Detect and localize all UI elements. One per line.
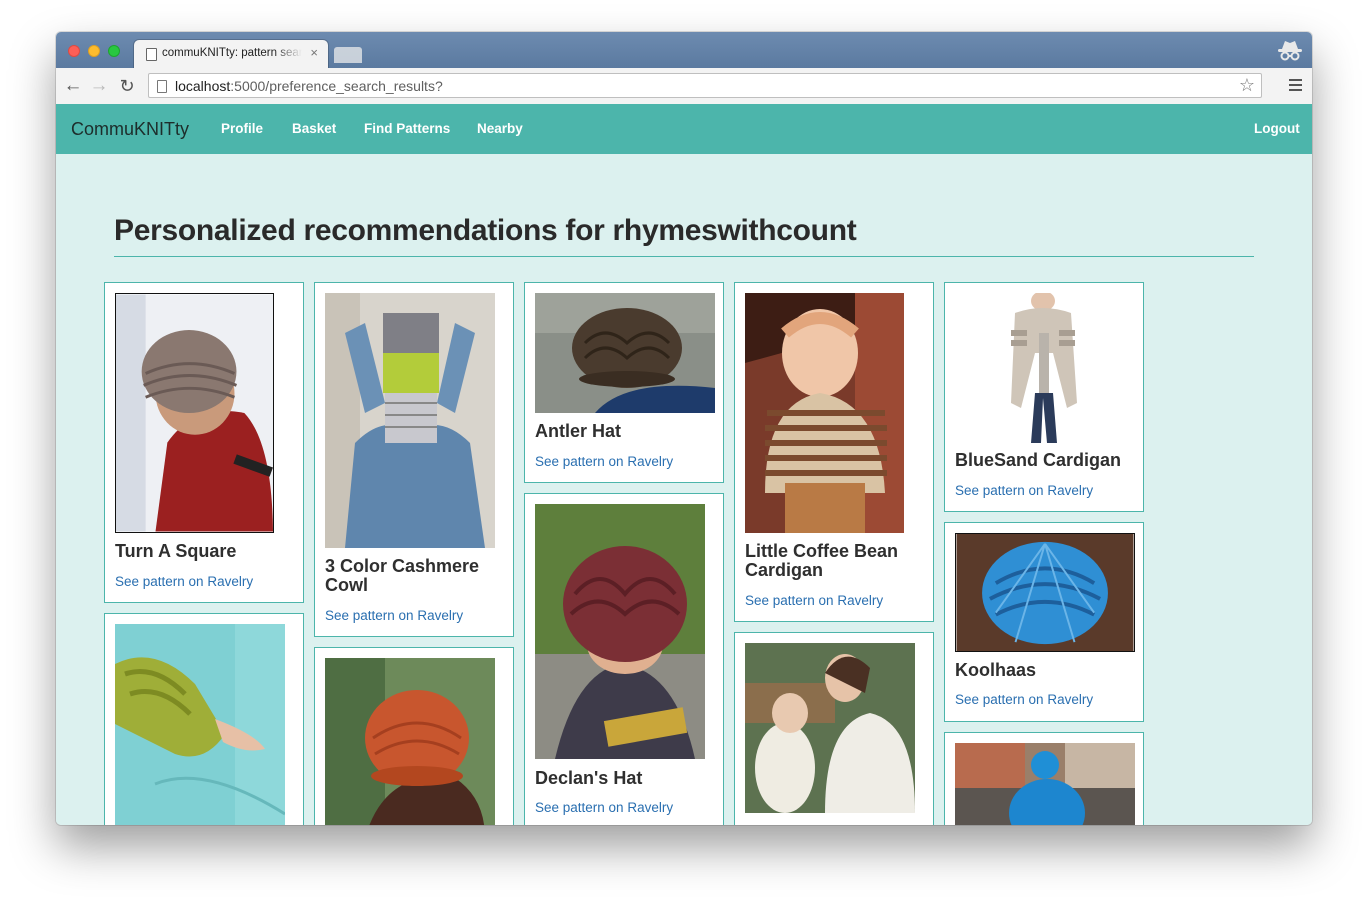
pattern-image-cashmere-cowl[interactable] [325,293,495,548]
url-path: :5000/preference_search_results? [230,78,443,94]
pattern-title: 3 Color Cashmere Cowl [325,556,480,595]
pattern-card: Little Coffee Bean Cardigan See pattern … [734,282,934,622]
ravelry-link[interactable]: See pattern on Ravelry [745,593,883,608]
browser-tab-active[interactable]: commuKNITty: pattern search × [134,40,328,68]
tab-close-icon[interactable]: × [310,45,318,60]
pattern-image-coffee-bean-cardigan[interactable] [745,293,904,533]
heading-divider [114,256,1254,257]
pattern-card [734,632,934,825]
ravelry-link[interactable]: See pattern on Ravelry [955,692,1093,707]
ravelry-link[interactable]: See pattern on Ravelry [535,800,673,815]
bookmark-star-icon[interactable]: ☆ [1239,75,1255,96]
web-page: CommuKNITty Profile Basket Find Patterns… [56,104,1312,825]
pattern-card: Turn A Square See pattern on Ravelry [104,282,304,603]
pattern-card: Declan's Hat See pattern on Ravelry [524,493,724,825]
site-navbar: CommuKNITty Profile Basket Find Patterns… [56,104,1312,154]
title-bar: commuKNITty: pattern search × [56,32,1312,68]
logout-link[interactable]: Logout [1254,121,1300,136]
zoom-window-button[interactable] [108,45,120,57]
browser-toolbar: ← → ↻ localhost:5000/preference_search_r… [56,68,1312,105]
pattern-title: Turn A Square [115,541,237,561]
pattern-title: BlueSand Cardigan [955,450,1122,470]
tab-title: commuKNITty: pattern search [162,47,302,59]
pattern-image-koolhaas[interactable] [955,533,1135,652]
page-icon [146,48,157,61]
browser-window: commuKNITty: pattern search × ← → ↻ loca… [56,32,1312,825]
pattern-image-mother-child[interactable] [745,643,915,813]
page-icon [157,80,167,93]
pattern-image-turn-a-square[interactable] [115,293,274,533]
nav-link-nearby[interactable]: Nearby [477,121,523,136]
pattern-image-blue-pompom-hat[interactable] [955,743,1135,825]
ravelry-link[interactable]: See pattern on Ravelry [115,574,253,589]
close-window-button[interactable] [68,45,80,57]
pattern-title: Antler Hat [535,421,622,441]
nav-link-profile[interactable]: Profile [221,121,263,136]
pattern-image-bluesand-cardigan[interactable] [955,293,1135,443]
pattern-image-declans-hat[interactable] [535,504,705,759]
browser-menu-icon[interactable] [1289,79,1302,91]
page-title: Personalized recommendations for rhymesw… [114,214,857,247]
pattern-title: Koolhaas [955,660,1037,680]
pattern-card [314,647,514,825]
pattern-card: Koolhaas See pattern on Ravelry [944,522,1144,722]
incognito-icon [1278,41,1302,61]
url-host: localhost [175,78,231,94]
nav-link-basket[interactable]: Basket [292,121,336,136]
url-text: localhost:5000/preference_search_results… [175,78,443,94]
pattern-card: Antler Hat See pattern on Ravelry [524,282,724,483]
pattern-image-antler-hat[interactable] [535,293,715,413]
pattern-card: 3 Color Cashmere Cowl See pattern on Rav… [314,282,514,637]
pattern-card [104,613,304,825]
address-bar[interactable]: localhost:5000/preference_search_results… [148,73,1262,98]
site-brand[interactable]: CommuKNITty [71,119,189,140]
pattern-image-mitts[interactable] [115,624,285,825]
minimize-window-button[interactable] [88,45,100,57]
pattern-card [944,732,1144,825]
ravelry-link[interactable]: See pattern on Ravelry [535,454,673,469]
pattern-image-orange-hat[interactable] [325,658,495,825]
reload-button[interactable]: ↻ [116,75,138,97]
pattern-title: Declan's Hat [535,768,643,788]
pattern-title: Little Coffee Bean Cardigan [745,541,899,580]
pattern-card: BlueSand Cardigan See pattern on Ravelry [944,282,1144,512]
new-tab-button[interactable] [334,47,362,63]
ravelry-link[interactable]: See pattern on Ravelry [325,608,463,623]
nav-link-find-patterns[interactable]: Find Patterns [364,121,450,136]
forward-button[interactable]: → [88,75,110,97]
back-button[interactable]: ← [62,75,84,97]
ravelry-link[interactable]: See pattern on Ravelry [955,483,1093,498]
